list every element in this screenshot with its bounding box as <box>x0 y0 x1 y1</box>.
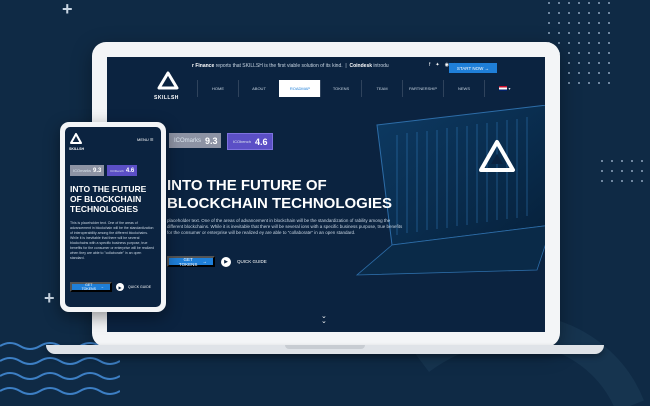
get-tokens-button[interactable]: GET TOKENS → <box>70 282 112 292</box>
menu-button[interactable]: MENU ☰ <box>137 137 154 142</box>
desktop-website-screen: r Finance reports that SKILLSH is the fi… <box>107 57 545 332</box>
hero-text: placeholder text. One of the areas of ad… <box>167 218 403 235</box>
twitter-icon[interactable]: ✦ <box>435 62 439 68</box>
main-nav: HOME ABOUT ROADMAP TOKENS TEAM PARTNERSH… <box>197 80 525 97</box>
nav-item-tokens[interactable]: TOKENS <box>320 80 361 97</box>
icobench-rating[interactable]: ICObench 4.6 <box>227 133 273 150</box>
plus-icon: + <box>44 288 55 308</box>
nav-item-team[interactable]: TEAM <box>361 80 402 97</box>
ticker-suffix: introdu <box>373 63 389 69</box>
icobench-score: 4.6 <box>255 136 268 147</box>
hero-cta: GET TOKENS → ▶ QUICK GUIDE <box>167 256 267 267</box>
ratings: ICOmarks 9.3 ICObench 4.6 <box>70 165 138 176</box>
logo-icon[interactable] <box>70 133 82 145</box>
ticker-prefix: r Finance <box>192 63 215 69</box>
icobench-label: ICObench <box>110 168 124 173</box>
get-tokens-label: GET TOKENS <box>81 283 96 291</box>
hero-title: INTO THE FUTURE OF BLOCKCHAIN TECHNOLOGI… <box>70 184 147 214</box>
menu-label: MENU <box>137 137 149 142</box>
facebook-icon[interactable]: f <box>429 62 430 68</box>
icomarks-label: ICOmarks <box>73 168 91 173</box>
nav-item-news[interactable]: NEWS <box>443 80 484 97</box>
nav-item-about[interactable]: ABOUT <box>238 80 279 97</box>
mobile-website-screen: SKILLSH MENU ☰ ICOmarks 9.3 ICObench 4.6… <box>65 127 161 307</box>
ratings: ICOmarks 9.3 ICObench 4.6 <box>169 133 273 150</box>
icomarks-rating[interactable]: ICOmarks 9.3 <box>169 133 221 148</box>
news-ticker: r Finance reports that SKILLSH is the fi… <box>192 63 389 69</box>
play-icon[interactable]: ▶ <box>221 256 231 267</box>
get-tokens-button[interactable]: GET TOKENS → <box>167 256 215 267</box>
nav-item-partnership[interactable]: PARTNERSHIP <box>402 80 443 97</box>
hero-cta: GET TOKENS → ▶ QUICK GUIDE <box>70 282 151 292</box>
quick-guide-link[interactable]: QUICK GUIDE <box>128 285 151 289</box>
logo-icon[interactable] <box>157 71 179 93</box>
play-icon[interactable]: ▶ <box>116 283 124 291</box>
get-tokens-label: GET TOKENS <box>178 256 198 267</box>
nav-item-home[interactable]: HOME <box>197 80 238 97</box>
brand-name: SKILLSH <box>154 95 179 101</box>
icomarks-score: 9.3 <box>93 167 102 174</box>
phone-frame: SKILLSH MENU ☰ ICOmarks 9.3 ICObench 4.6… <box>60 122 166 312</box>
hero-text: This is placeholder text. One of the are… <box>70 221 155 260</box>
hero-title: INTO THE FUTURE OF BLOCKCHAIN TECHNOLOGI… <box>167 177 392 212</box>
ticker-text: reports that SKILLSH is the first viable… <box>215 63 343 69</box>
start-now-button[interactable]: START NOW → <box>449 63 497 73</box>
flag-icon <box>499 86 508 91</box>
brand-name: SKILLSH <box>69 147 84 151</box>
icobench-score: 4.6 <box>125 167 135 174</box>
icomarks-rating[interactable]: ICOmarks 9.3 <box>70 165 105 176</box>
plus-icon: + <box>62 0 73 19</box>
icobench-label: ICObench <box>233 139 252 144</box>
icobench-rating[interactable]: ICObench 4.6 <box>107 165 138 176</box>
ticker-source: Coindesk <box>349 63 373 69</box>
language-selector[interactable]: ▾ <box>484 80 525 97</box>
menu-icon: ☰ <box>149 137 154 142</box>
nav-item-roadmap[interactable]: ROADMAP <box>279 80 320 97</box>
icomarks-score: 9.3 <box>205 135 218 146</box>
chevron-down-icon[interactable]: ⌄ ⌄ <box>321 313 327 325</box>
laptop-notch <box>285 345 365 349</box>
icomarks-label: ICOmarks <box>174 137 201 144</box>
quick-guide-link[interactable]: QUICK GUIDE <box>237 259 267 264</box>
start-now-label: START NOW <box>456 65 484 71</box>
